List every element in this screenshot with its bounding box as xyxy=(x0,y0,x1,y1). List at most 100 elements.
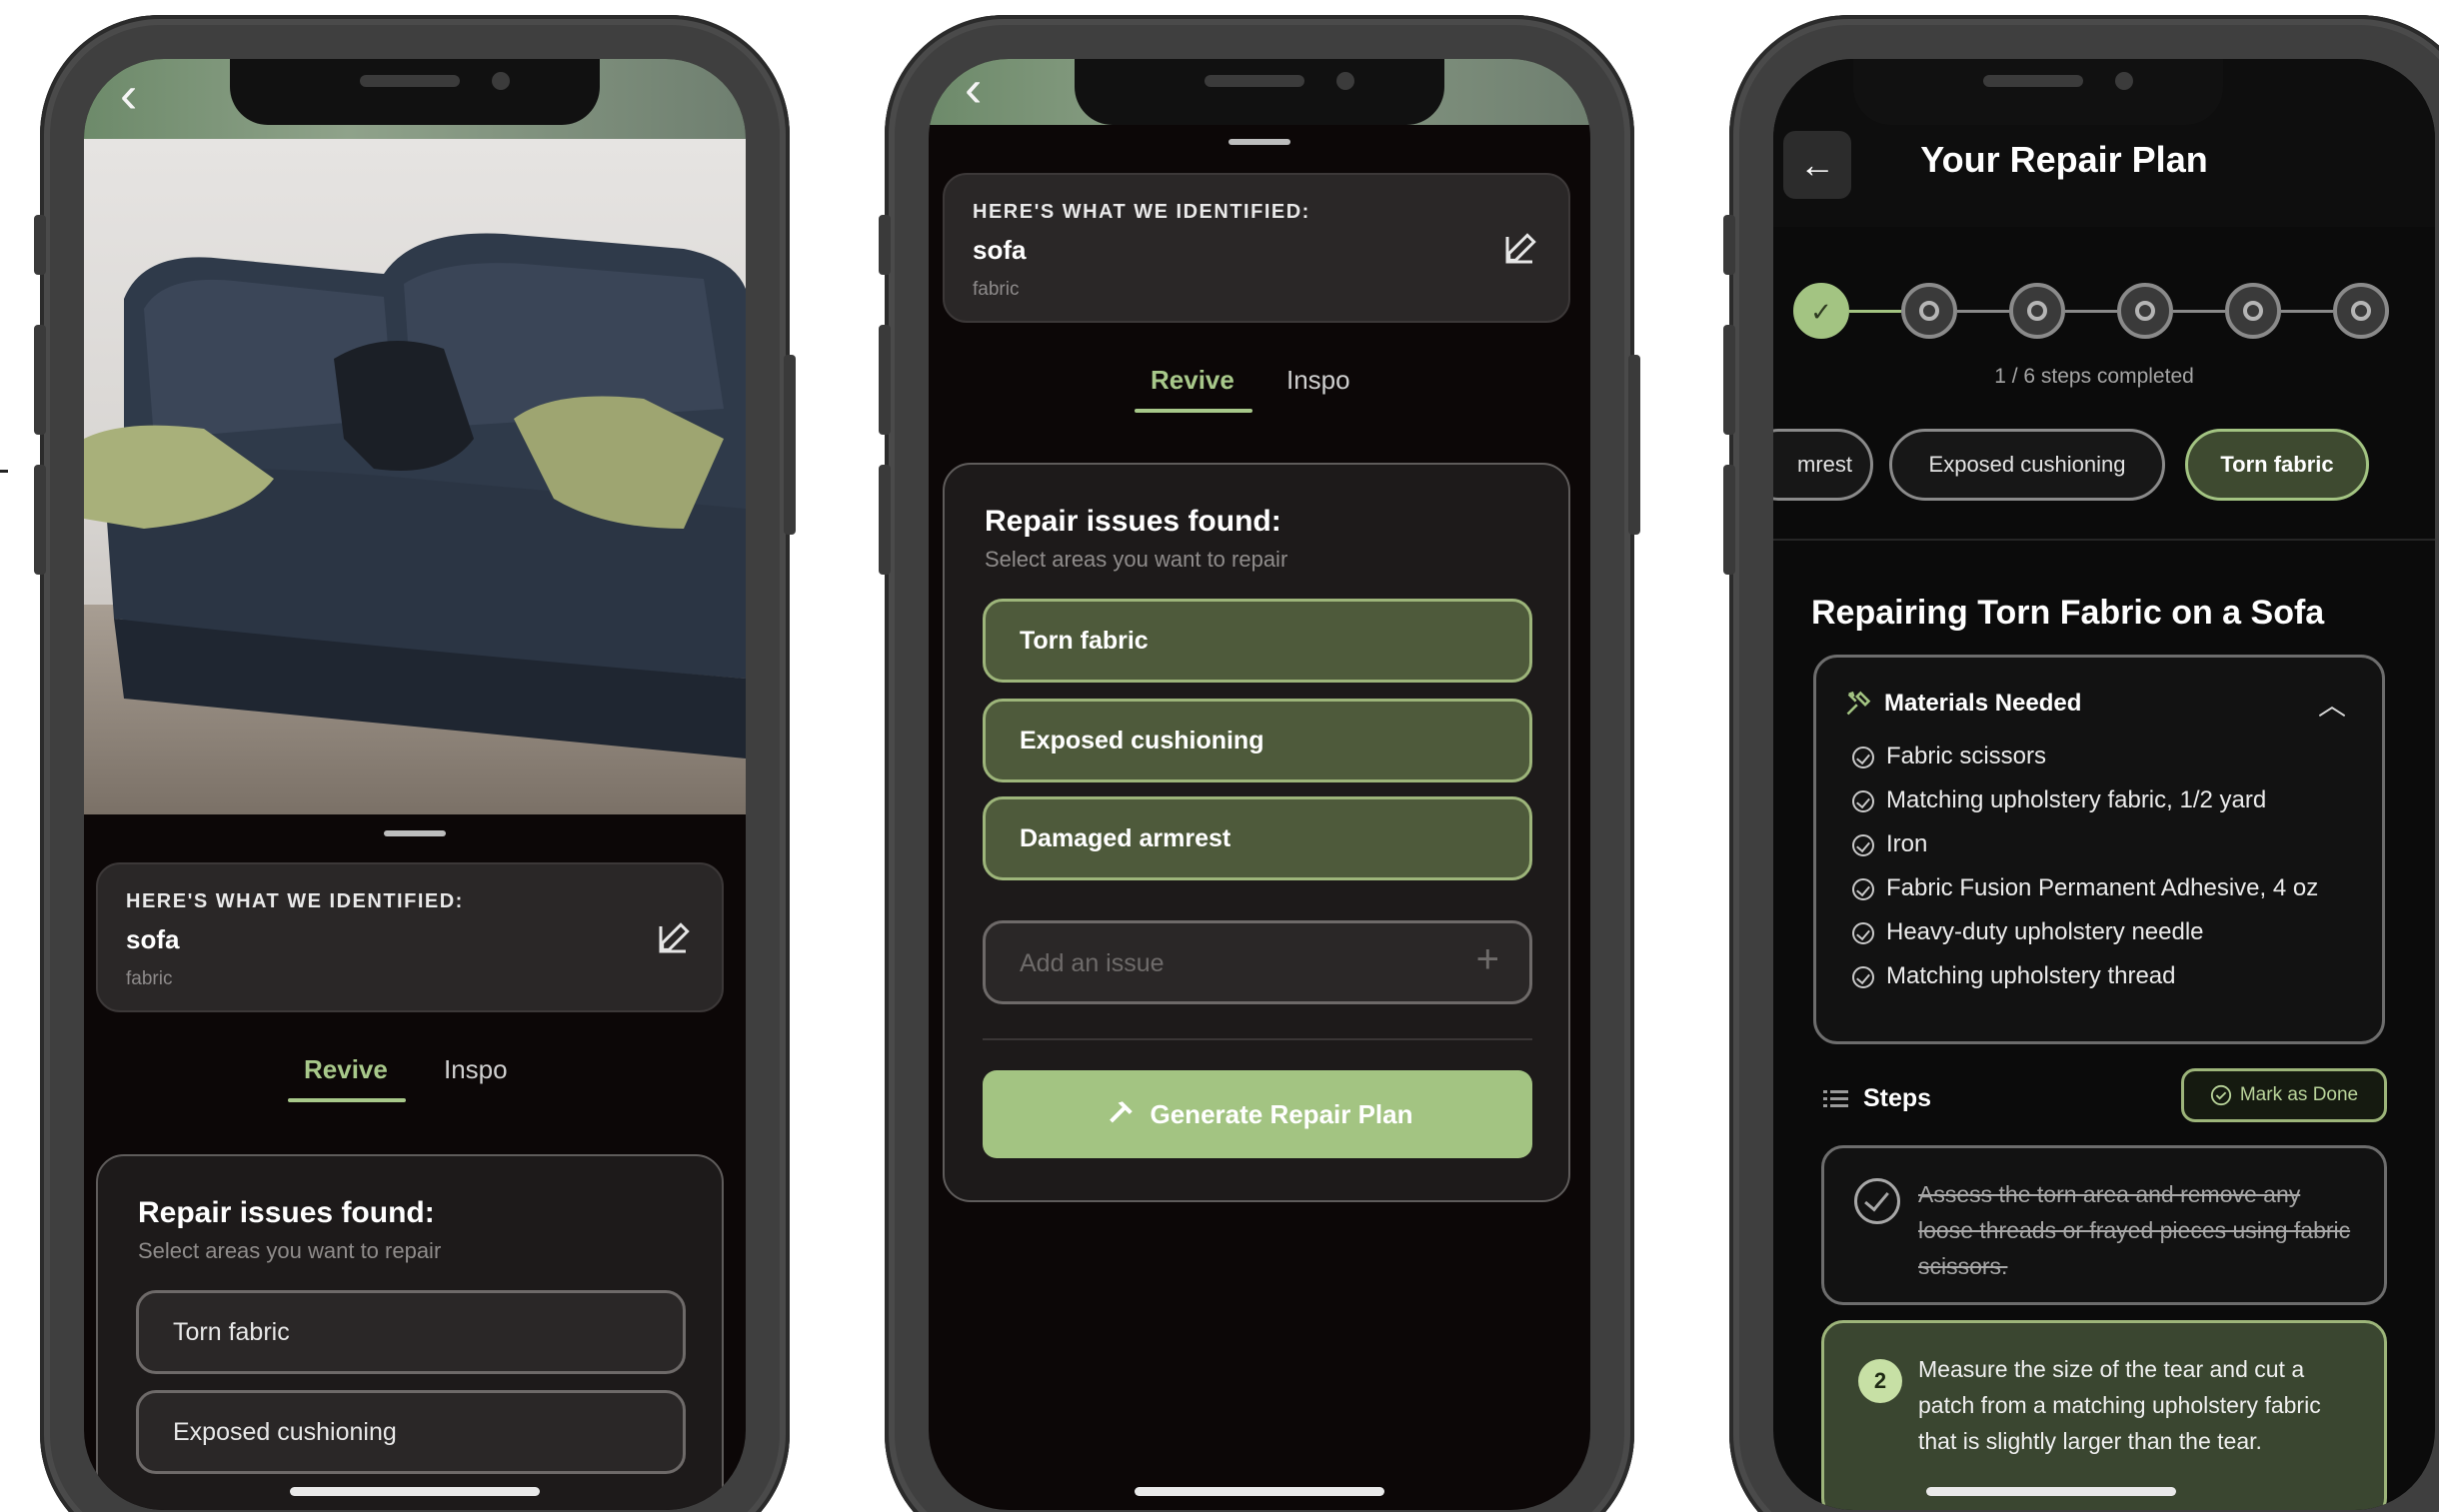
check-circle-icon xyxy=(2210,1084,2231,1106)
identified-heading: HERE'S WHAT WE IDENTIFIED: xyxy=(973,201,1310,223)
mark-as-done-button[interactable]: Mark as Done xyxy=(2181,1068,2387,1122)
chip-exposed-cushioning[interactable]: Exposed cushioning xyxy=(1889,429,2165,501)
hammer-icon xyxy=(1109,1101,1133,1123)
volume-down-button xyxy=(34,465,46,575)
progress-connector xyxy=(1957,310,2009,313)
material-item: Iron xyxy=(1852,829,2358,859)
steps-heading: Steps xyxy=(1823,1084,1931,1113)
material-label: Fabric scissors xyxy=(1886,743,2047,769)
add-issue-field[interactable]: Add an issue + xyxy=(983,920,1532,1004)
edit-icon[interactable] xyxy=(656,916,696,956)
power-button xyxy=(1628,355,1640,535)
issue-chip-row: mrest Exposed cushioning Torn fabric xyxy=(1773,429,2435,509)
identified-card: HERE'S WHAT WE IDENTIFIED: sofa fabric xyxy=(96,862,724,1012)
issue-torn-fabric[interactable]: Torn fabric xyxy=(983,599,1532,683)
volume-up-button xyxy=(1723,325,1735,435)
phone-frame-2: ‹ HERE'S WHAT WE IDENTIFIED: sofa fabric… xyxy=(879,15,1640,1512)
notch xyxy=(230,59,600,125)
generate-repair-plan-button[interactable]: Generate Repair Plan xyxy=(983,1070,1532,1158)
material-label: Matching upholstery thread xyxy=(1886,962,2176,989)
progress-dot-5 xyxy=(2225,283,2281,339)
identified-material: fabric xyxy=(973,279,1020,300)
tab-revive[interactable]: Revive xyxy=(1151,365,1234,396)
issues-subtitle: Select areas you want to repair xyxy=(138,1238,442,1263)
home-indicator[interactable] xyxy=(1926,1487,2177,1496)
divider xyxy=(1773,539,2435,541)
material-label: Heavy-duty upholstery needle xyxy=(1886,918,2204,945)
progress-connector xyxy=(2173,310,2225,313)
sheet-grabber[interactable] xyxy=(384,830,446,836)
divider xyxy=(983,1038,1532,1040)
progress-connector xyxy=(1849,310,1901,313)
mark-done-label: Mark as Done xyxy=(2239,1084,2359,1105)
step-number: 2 xyxy=(1858,1359,1902,1403)
steps-label: Steps xyxy=(1863,1084,1932,1112)
step-complete-icon[interactable] xyxy=(1854,1178,1900,1224)
home-indicator[interactable] xyxy=(290,1487,540,1496)
progress-dot-2 xyxy=(1901,283,1957,339)
mute-switch xyxy=(1723,215,1735,275)
screen-2: ‹ HERE'S WHAT WE IDENTIFIED: sofa fabric… xyxy=(929,59,1590,1510)
material-item: Fabric Fusion Permanent Adhesive, 4 oz xyxy=(1852,873,2358,903)
volume-down-button xyxy=(1723,465,1735,575)
progress-dot-6 xyxy=(2333,283,2389,339)
phone-frame-1: ‹ HERE'S WHAT WE IDENTIFIED: sofa fabric… xyxy=(34,15,796,1512)
volume-down-button xyxy=(879,465,891,575)
chip-torn-fabric[interactable]: Torn fabric xyxy=(2185,429,2369,501)
tab-revive[interactable]: Revive xyxy=(304,1054,388,1085)
home-indicator[interactable] xyxy=(1135,1487,1384,1496)
issue-exposed-cushioning[interactable]: Exposed cushioning xyxy=(983,699,1532,782)
app-showcase: ‹ HERE'S WHAT WE IDENTIFIED: sofa fabric… xyxy=(0,0,2439,1512)
check-circle-icon xyxy=(1852,747,1874,768)
back-chevron-icon[interactable]: ‹ xyxy=(120,69,137,121)
material-label: Iron xyxy=(1886,830,1928,857)
issue-damaged-armrest[interactable]: Damaged armrest xyxy=(983,796,1532,880)
sheet-grabber[interactable] xyxy=(1228,139,1290,145)
material-label: Fabric Fusion Permanent Adhesive, 4 oz xyxy=(1886,874,2319,901)
plus-icon[interactable]: + xyxy=(1476,939,1499,979)
power-button xyxy=(784,355,796,535)
list-icon xyxy=(1823,1089,1848,1107)
materials-header[interactable]: Materials Needed xyxy=(1844,690,2081,718)
mute-switch xyxy=(879,215,891,275)
tab-inspo[interactable]: Inspo xyxy=(444,1054,508,1085)
step-card-1[interactable]: Assess the torn area and remove any loos… xyxy=(1821,1145,2387,1305)
phone-frame-3: ← Your Repair Plan ✓ 1 / 6 steps complet… xyxy=(1723,15,2439,1512)
chevron-up-icon[interactable]: ︿ xyxy=(2318,684,2346,724)
add-issue-placeholder: Add an issue xyxy=(1020,949,1165,977)
identified-material: fabric xyxy=(126,968,173,989)
progress-connector xyxy=(2065,310,2117,313)
identified-card: HERE'S WHAT WE IDENTIFIED: sofa fabric xyxy=(943,173,1570,323)
page-title: Your Repair Plan xyxy=(1920,139,2208,180)
step-text: Measure the size of the tear and cut a p… xyxy=(1918,1356,2321,1454)
generate-button-label: Generate Repair Plan xyxy=(1150,1098,1413,1129)
issues-title: Repair issues found: xyxy=(985,505,1281,538)
progress-dot-1: ✓ xyxy=(1793,283,1849,339)
step-text: Assess the torn area and remove any loos… xyxy=(1918,1181,2351,1279)
sofa-illustration xyxy=(84,233,746,758)
identified-name: sofa xyxy=(973,235,1027,265)
check-circle-icon xyxy=(1852,834,1874,856)
edit-icon[interactable] xyxy=(1502,227,1542,267)
volume-up-button xyxy=(879,325,891,435)
issue-exposed-cushioning[interactable]: Exposed cushioning xyxy=(136,1390,686,1474)
chip-armrest[interactable]: mrest xyxy=(1773,429,1873,501)
tab-inspo[interactable]: Inspo xyxy=(1286,365,1350,396)
issue-torn-fabric[interactable]: Torn fabric xyxy=(136,1290,686,1374)
back-chevron-icon[interactable]: ‹ xyxy=(965,63,982,115)
notch xyxy=(1852,59,2223,125)
screen-1: ‹ HERE'S WHAT WE IDENTIFIED: sofa fabric… xyxy=(84,59,746,1510)
screen-3: ← Your Repair Plan ✓ 1 / 6 steps complet… xyxy=(1773,59,2435,1510)
progress-dot-3 xyxy=(2009,283,2065,339)
repair-issues-card: Repair issues found: Select areas you wa… xyxy=(96,1154,724,1510)
issues-title: Repair issues found: xyxy=(138,1196,435,1229)
tab-bar: Revive Inspo xyxy=(929,365,1590,425)
check-circle-icon xyxy=(1852,966,1874,988)
identified-heading: HERE'S WHAT WE IDENTIFIED: xyxy=(126,890,464,912)
progress-stepper: ✓ xyxy=(1793,283,2389,343)
material-item: Matching upholstery fabric, 1/2 yard xyxy=(1852,785,2358,815)
progress-dot-4 xyxy=(2117,283,2173,339)
identified-name: sofa xyxy=(126,924,180,954)
check-circle-icon xyxy=(1852,922,1874,944)
step-card-2[interactable]: 2 Measure the size of the tear and cut a… xyxy=(1821,1320,2387,1510)
